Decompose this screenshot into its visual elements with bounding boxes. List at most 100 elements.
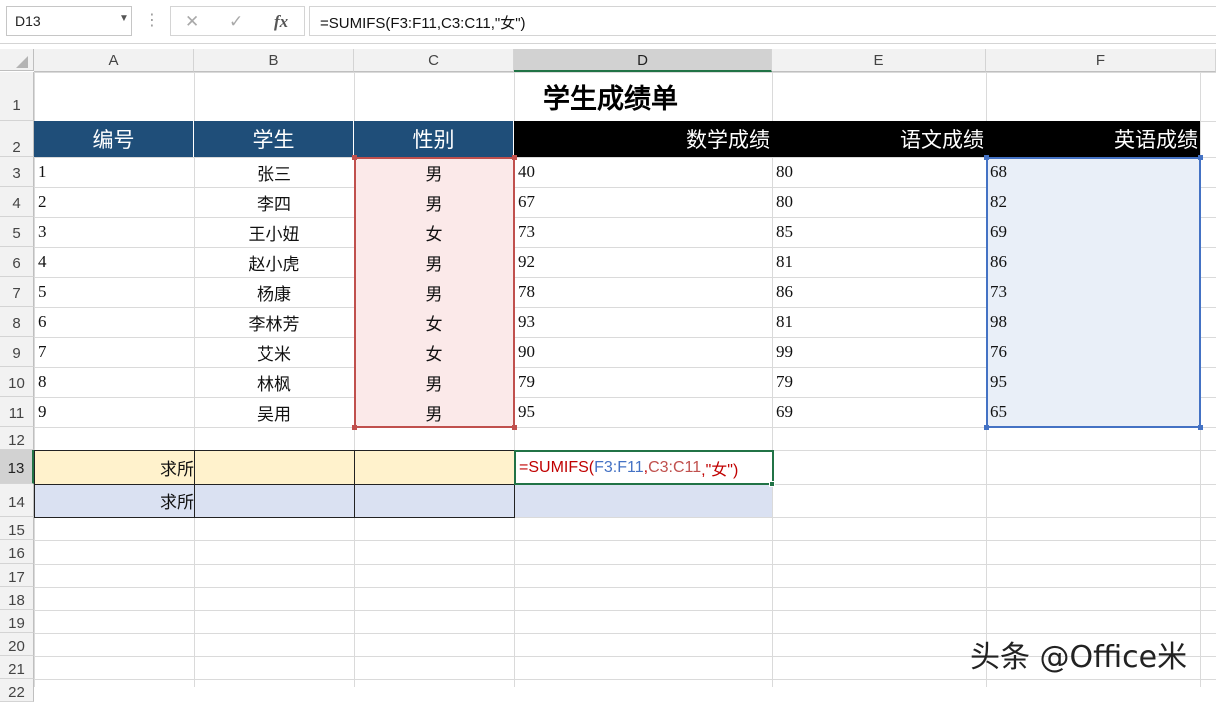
data-cell[interactable]: 艾米 xyxy=(194,337,354,367)
data-cell[interactable]: 67 xyxy=(514,187,772,217)
data-cell[interactable]: 80 xyxy=(772,187,986,217)
row-header-11[interactable]: 11 xyxy=(0,397,34,427)
column-header-d[interactable]: D xyxy=(514,49,772,72)
insert-function-icon[interactable]: fx xyxy=(274,12,288,32)
column-header-a[interactable]: A xyxy=(34,49,194,72)
data-cell[interactable]: 85 xyxy=(772,217,986,247)
row-header-6[interactable]: 6 xyxy=(0,247,34,277)
row-header-21[interactable]: 21 xyxy=(0,656,34,679)
data-cell[interactable]: 69 xyxy=(772,397,986,427)
row-header-20[interactable]: 20 xyxy=(0,633,34,656)
drag-handle-icon[interactable]: ⋮ xyxy=(144,10,160,30)
data-cell[interactable]: 79 xyxy=(514,367,772,397)
row-header-1[interactable]: 1 xyxy=(0,72,34,121)
cell-d14[interactable] xyxy=(514,484,772,517)
range-handle[interactable] xyxy=(512,425,517,430)
row-header-12[interactable]: 12 xyxy=(0,427,34,450)
range-highlight-c3-c11 xyxy=(354,157,515,428)
name-box-value: D13 xyxy=(15,13,41,29)
range-handle[interactable] xyxy=(512,155,517,160)
grid-line xyxy=(34,587,1216,588)
data-cell[interactable]: 4 xyxy=(34,247,194,277)
row-header-15[interactable]: 15 xyxy=(0,517,34,540)
header-cell-4[interactable]: 语文成绩 xyxy=(772,121,986,157)
row-header-16[interactable]: 16 xyxy=(0,540,34,564)
data-cell[interactable]: 1 xyxy=(34,157,194,187)
data-cell[interactable]: 2 xyxy=(34,187,194,217)
grid-line xyxy=(34,564,1216,565)
data-cell[interactable]: 92 xyxy=(514,247,772,277)
name-box[interactable]: D13 ▼ xyxy=(6,6,132,36)
range-handle[interactable] xyxy=(352,155,357,160)
range-handle[interactable] xyxy=(984,425,989,430)
data-cell[interactable]: 3 xyxy=(34,217,194,247)
row-header-9[interactable]: 9 xyxy=(0,337,34,367)
label-block-divider xyxy=(34,484,514,485)
row-header-7[interactable]: 7 xyxy=(0,277,34,307)
select-all-icon xyxy=(16,56,28,68)
data-cell[interactable]: 林枫 xyxy=(194,367,354,397)
header-cell-1[interactable]: 学生 xyxy=(194,121,354,157)
data-cell[interactable]: 80 xyxy=(772,157,986,187)
header-cell-5[interactable]: 英语成绩 xyxy=(986,121,1200,157)
cancel-icon[interactable]: ✕ xyxy=(185,12,199,32)
header-cell-0[interactable]: 编号 xyxy=(34,121,194,157)
column-header-c[interactable]: C xyxy=(354,49,514,72)
enter-icon[interactable]: ✓ xyxy=(229,12,243,32)
data-cell[interactable]: 赵小虎 xyxy=(194,247,354,277)
data-cell[interactable]: 7 xyxy=(34,337,194,367)
data-cell[interactable]: 40 xyxy=(514,157,772,187)
data-cell[interactable]: 6 xyxy=(34,307,194,337)
active-cell-d13[interactable]: =SUMIFS(F3:F11, C3:C11 ,"女") xyxy=(514,450,774,485)
data-cell[interactable]: 86 xyxy=(772,277,986,307)
data-cell[interactable]: 李四 xyxy=(194,187,354,217)
data-cell[interactable]: 9 xyxy=(34,397,194,427)
row-header-22[interactable]: 22 xyxy=(0,679,34,702)
row-header-14[interactable]: 14 xyxy=(0,484,34,517)
row-header-2[interactable]: 2 xyxy=(0,121,34,157)
formula-input[interactable]: =SUMIFS(F3:F11,C3:C11,"女") xyxy=(309,6,1216,36)
data-cell[interactable]: 95 xyxy=(514,397,772,427)
row-header-18[interactable]: 18 xyxy=(0,587,34,610)
range-handle[interactable] xyxy=(1198,425,1203,430)
fill-handle[interactable] xyxy=(769,481,775,487)
row-header-8[interactable]: 8 xyxy=(0,307,34,337)
column-header-f[interactable]: F xyxy=(986,49,1216,72)
header-cell-2[interactable]: 性别 xyxy=(354,121,514,157)
row-header-3[interactable]: 3 xyxy=(0,157,34,187)
row-header-10[interactable]: 10 xyxy=(0,367,34,397)
data-cell[interactable]: 81 xyxy=(772,307,986,337)
grid-line xyxy=(34,610,1216,611)
row-header-19[interactable]: 19 xyxy=(0,610,34,633)
data-cell[interactable]: 90 xyxy=(514,337,772,367)
column-header-e[interactable]: E xyxy=(772,49,986,72)
row-header-5[interactable]: 5 xyxy=(0,217,34,247)
data-cell[interactable]: 81 xyxy=(772,247,986,277)
grid-line xyxy=(34,540,1216,541)
data-cell[interactable]: 吴用 xyxy=(194,397,354,427)
data-cell[interactable]: 张三 xyxy=(194,157,354,187)
row-header-17[interactable]: 17 xyxy=(0,564,34,587)
data-cell[interactable]: 78 xyxy=(514,277,772,307)
chevron-down-icon[interactable]: ▼ xyxy=(119,13,129,24)
data-cell[interactable]: 杨康 xyxy=(194,277,354,307)
data-cell[interactable]: 73 xyxy=(514,217,772,247)
row-header-4[interactable]: 4 xyxy=(0,187,34,217)
header-cell-3[interactable]: 数学成绩 xyxy=(514,121,772,157)
data-cell[interactable]: 99 xyxy=(772,337,986,367)
data-cell[interactable]: 93 xyxy=(514,307,772,337)
formula-part-tail: ,"女") xyxy=(701,461,739,479)
range-handle[interactable] xyxy=(984,155,989,160)
range-handle[interactable] xyxy=(352,425,357,430)
row-header-13[interactable]: 13 xyxy=(0,450,34,484)
data-cell[interactable]: 79 xyxy=(772,367,986,397)
column-header-b[interactable]: B xyxy=(194,49,354,72)
data-cell[interactable]: 8 xyxy=(34,367,194,397)
data-cell[interactable]: 5 xyxy=(34,277,194,307)
sheet-title[interactable]: 学生成绩单 xyxy=(514,72,772,121)
range-handle[interactable] xyxy=(1198,155,1203,160)
data-cell[interactable]: 李林芳 xyxy=(194,307,354,337)
formula-part-range2: C3:C11 xyxy=(648,458,702,476)
data-cell[interactable]: 王小妞 xyxy=(194,217,354,247)
watermark: 头条 @Office米 xyxy=(970,640,1188,675)
